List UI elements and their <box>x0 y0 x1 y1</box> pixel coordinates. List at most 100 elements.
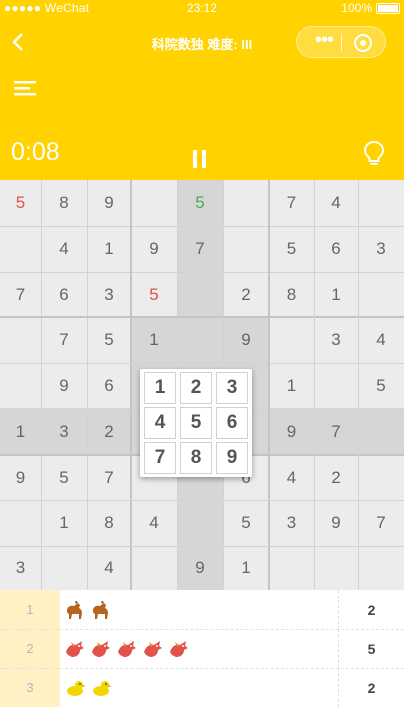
sudoku-cell[interactable] <box>223 226 269 272</box>
sudoku-cell[interactable]: 4 <box>269 455 314 500</box>
sudoku-cell[interactable]: 5 <box>177 180 223 226</box>
sudoku-cell[interactable]: 2 <box>87 408 131 455</box>
sudoku-cell[interactable]: 6 <box>87 363 131 408</box>
sudoku-cell[interactable]: 4 <box>358 317 404 363</box>
sudoku-cell[interactable]: 8 <box>269 272 314 317</box>
sudoku-cell[interactable] <box>269 317 314 363</box>
duck-icon <box>67 680 86 696</box>
sudoku-cell[interactable] <box>0 317 41 363</box>
sudoku-cell[interactable]: 3 <box>269 500 314 546</box>
battery-icon <box>376 2 400 14</box>
sudoku-cell[interactable]: 9 <box>269 408 314 455</box>
number-key-9[interactable]: 9 <box>216 442 248 474</box>
sudoku-cell[interactable]: 5 <box>269 226 314 272</box>
horse-icon <box>93 600 108 619</box>
sudoku-cell[interactable] <box>0 226 41 272</box>
sudoku-cell[interactable]: 7 <box>358 500 404 546</box>
sudoku-cell[interactable]: 7 <box>177 226 223 272</box>
back-arrow-icon[interactable] <box>8 30 28 54</box>
number-key-4[interactable]: 4 <box>144 407 176 439</box>
sudoku-cell[interactable]: 2 <box>314 455 358 500</box>
tally-count: 5 <box>338 629 404 668</box>
sudoku-cell[interactable] <box>358 455 404 500</box>
number-key-5[interactable]: 5 <box>180 407 212 439</box>
sudoku-cell[interactable]: 7 <box>87 455 131 500</box>
sudoku-cell[interactable]: 4 <box>87 546 131 590</box>
sudoku-cell[interactable]: 7 <box>314 408 358 455</box>
sudoku-cell[interactable]: 5 <box>131 272 177 317</box>
sudoku-cell[interactable]: 9 <box>177 546 223 590</box>
sudoku-cell[interactable]: 7 <box>0 272 41 317</box>
mini-program-capsule: ••• <box>296 26 386 58</box>
sudoku-cell[interactable]: 5 <box>358 363 404 408</box>
dragon-icon <box>92 640 110 657</box>
number-key-8[interactable]: 8 <box>180 442 212 474</box>
sudoku-cell[interactable]: 9 <box>314 500 358 546</box>
sudoku-cell[interactable]: 8 <box>41 180 87 226</box>
hamburger-menu-icon[interactable] <box>14 78 38 98</box>
tally-index: 1 <box>0 590 60 629</box>
sudoku-cell[interactable] <box>269 546 314 590</box>
game-timer: 0:08 <box>11 138 60 166</box>
sudoku-cell[interactable]: 1 <box>0 408 41 455</box>
sudoku-cell[interactable]: 8 <box>87 500 131 546</box>
sudoku-cell[interactable]: 3 <box>87 272 131 317</box>
sudoku-cell[interactable] <box>358 272 404 317</box>
sudoku-cell[interactable] <box>0 500 41 546</box>
sudoku-cell[interactable]: 1 <box>269 363 314 408</box>
sudoku-cell[interactable] <box>314 546 358 590</box>
sudoku-cell[interactable]: 9 <box>0 455 41 500</box>
sudoku-cell[interactable]: 4 <box>41 226 87 272</box>
sudoku-cell[interactable] <box>177 317 223 363</box>
sudoku-cell[interactable] <box>0 363 41 408</box>
sudoku-cell[interactable]: 7 <box>269 180 314 226</box>
tally-row: 25 <box>0 629 404 668</box>
sudoku-cell[interactable] <box>177 272 223 317</box>
sudoku-cell[interactable]: 9 <box>41 363 87 408</box>
sudoku-cell[interactable]: 4 <box>314 180 358 226</box>
sudoku-cell[interactable]: 3 <box>314 317 358 363</box>
sudoku-cell[interactable]: 1 <box>41 500 87 546</box>
sudoku-cell[interactable] <box>41 546 87 590</box>
sudoku-cell[interactable] <box>131 180 177 226</box>
sudoku-cell[interactable]: 5 <box>87 317 131 363</box>
number-key-3[interactable]: 3 <box>216 372 248 404</box>
sudoku-cell[interactable]: 6 <box>41 272 87 317</box>
sudoku-cell[interactable]: 3 <box>0 546 41 590</box>
target-circle-icon[interactable] <box>353 33 373 53</box>
more-menu-button[interactable]: ••• <box>307 30 341 53</box>
sudoku-cell[interactable]: 1 <box>131 317 177 363</box>
sudoku-cell[interactable] <box>223 180 269 226</box>
sudoku-cell[interactable]: 5 <box>0 180 41 226</box>
sudoku-cell[interactable]: 5 <box>223 500 269 546</box>
sudoku-cell[interactable]: 3 <box>41 408 87 455</box>
sudoku-cell[interactable]: 6 <box>314 226 358 272</box>
sudoku-cell[interactable]: 9 <box>131 226 177 272</box>
page-title: 科院数独 难度: III <box>151 37 253 52</box>
sudoku-cell[interactable] <box>358 408 404 455</box>
sudoku-cell[interactable]: 1 <box>87 226 131 272</box>
tally-icons <box>60 629 338 668</box>
sudoku-cell[interactable] <box>358 180 404 226</box>
number-key-6[interactable]: 6 <box>216 407 248 439</box>
tally-count: 2 <box>338 668 404 707</box>
sudoku-cell[interactable] <box>314 363 358 408</box>
tally-index: 2 <box>0 629 60 668</box>
sudoku-cell[interactable]: 1 <box>223 546 269 590</box>
sudoku-cell[interactable]: 7 <box>41 317 87 363</box>
lightbulb-icon[interactable] <box>362 140 386 168</box>
number-key-2[interactable]: 2 <box>180 372 212 404</box>
pause-icon[interactable] <box>192 150 208 168</box>
sudoku-cell[interactable]: 9 <box>87 180 131 226</box>
number-key-1[interactable]: 1 <box>144 372 176 404</box>
sudoku-cell[interactable] <box>358 546 404 590</box>
sudoku-cell[interactable] <box>131 546 177 590</box>
sudoku-cell[interactable]: 4 <box>131 500 177 546</box>
sudoku-cell[interactable]: 9 <box>223 317 269 363</box>
sudoku-cell[interactable]: 2 <box>223 272 269 317</box>
number-key-7[interactable]: 7 <box>144 442 176 474</box>
sudoku-cell[interactable]: 5 <box>41 455 87 500</box>
sudoku-cell[interactable]: 1 <box>314 272 358 317</box>
sudoku-cell[interactable] <box>177 500 223 546</box>
sudoku-cell[interactable]: 3 <box>358 226 404 272</box>
